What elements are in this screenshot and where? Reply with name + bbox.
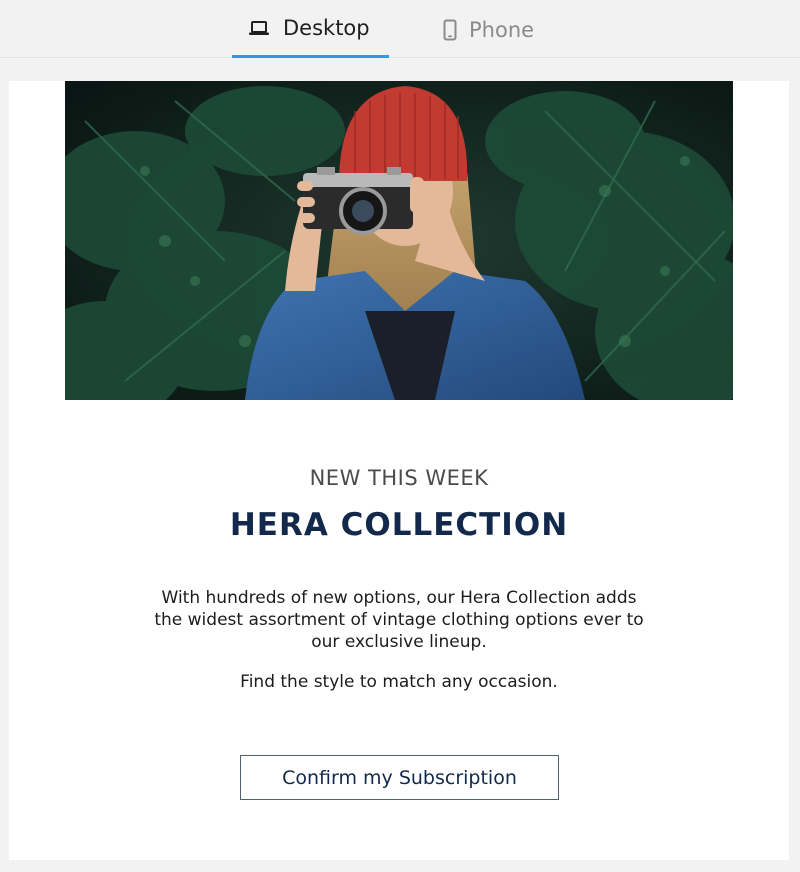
tab-phone-label: Phone	[469, 17, 535, 42]
laptop-icon	[249, 20, 269, 36]
body-text: With hundreds of new options, our Hera C…	[154, 588, 644, 652]
email-preview-card: NEW THIS WEEK HERA COLLECTION With hundr…	[9, 81, 789, 860]
headline: HERA COLLECTION	[229, 507, 569, 543]
phone-icon	[443, 19, 457, 41]
tab-desktop-label: Desktop	[283, 16, 370, 40]
preview-tab-bar: Desktop Phone	[0, 0, 800, 58]
tagline-text: Find the style to match any occasion.	[240, 672, 558, 692]
eyebrow-text: NEW THIS WEEK	[309, 466, 489, 490]
confirm-subscription-button[interactable]: Confirm my Subscription	[240, 755, 559, 800]
tab-desktop[interactable]: Desktop	[232, 0, 389, 58]
tab-phone[interactable]: Phone	[440, 0, 560, 58]
hero-image	[65, 81, 733, 400]
